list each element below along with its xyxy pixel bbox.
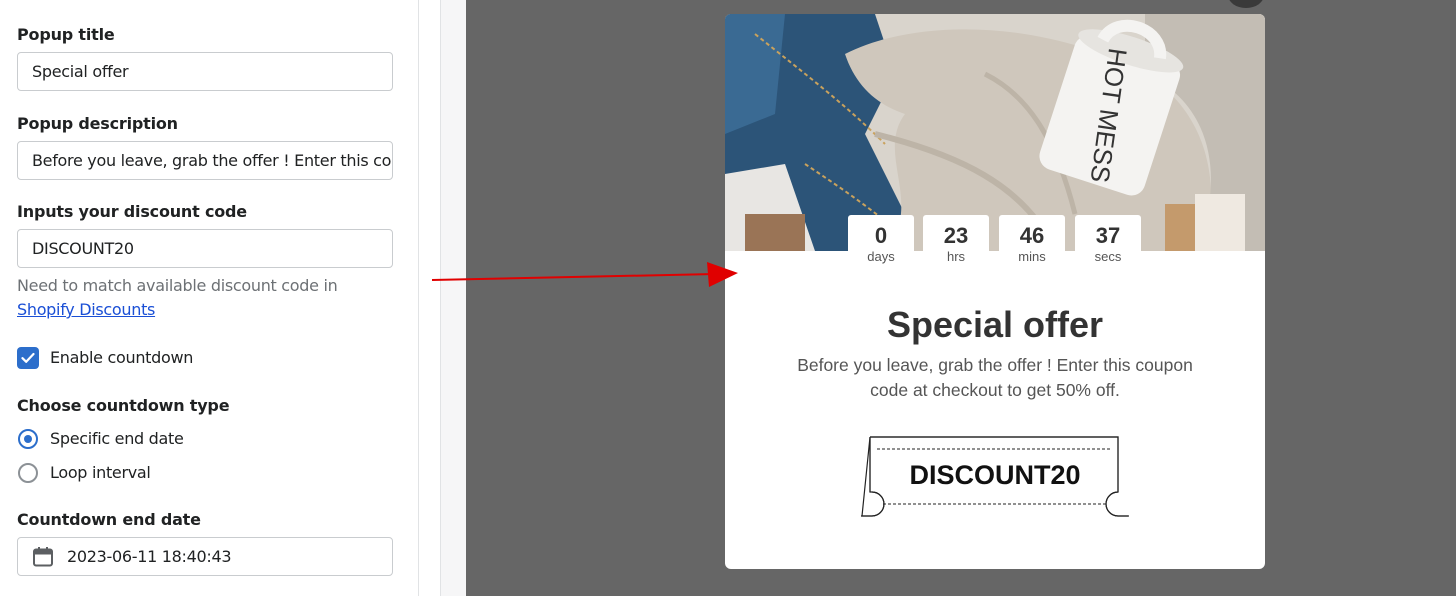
discount-code-label: Inputs your discount code	[17, 202, 247, 221]
countdown-minutes: 46 mins	[999, 215, 1065, 269]
hero-image: HOT MESS	[725, 14, 1265, 251]
countdown-end-date-input[interactable]: 2023-06-11 18:40:43	[17, 537, 393, 576]
radio-loop-interval[interactable]	[18, 463, 38, 483]
countdown-hours: 23 hrs	[923, 215, 989, 269]
help-text: Need to match available discount code in	[17, 276, 338, 295]
popup-title: Special offer	[886, 304, 1104, 345]
countdown-minutes-unit: mins	[1018, 249, 1046, 264]
popup-preview: HOT MESS 0 days 23 hrs 46 mins 37 secs S…	[725, 14, 1265, 569]
option-specific-end-date[interactable]: Specific end date	[50, 429, 184, 448]
countdown-seconds: 37 secs	[1075, 215, 1141, 269]
enable-countdown-label: Enable countdown	[50, 348, 194, 367]
countdown-days-value: 0	[874, 223, 888, 248]
countdown-days: 0 days	[848, 215, 914, 269]
popup-description: Before you leave, grab the offer ! Enter…	[797, 355, 1193, 400]
option-loop-interval[interactable]: Loop interval	[50, 463, 151, 482]
coupon-ticket[interactable]: DISCOUNT20	[861, 436, 1129, 520]
countdown-seconds-unit: secs	[1094, 249, 1122, 264]
countdown-type-label: Choose countdown type	[17, 396, 230, 415]
scroll-gutter	[440, 0, 467, 596]
countdown-minutes-value: 46	[1019, 223, 1045, 248]
countdown-seconds-value: 37	[1095, 223, 1121, 248]
popup-description-input[interactable]: Before you leave, grab the offer ! Enter…	[17, 141, 393, 180]
hero-illustration: HOT MESS	[725, 14, 1265, 251]
countdown-hours-value: 23	[943, 223, 969, 248]
annotation-arrow-icon	[431, 262, 738, 287]
calendar-icon	[33, 546, 53, 566]
shopify-discounts-link[interactable]: Shopify Discounts	[17, 300, 155, 319]
coupon-code[interactable]: DISCOUNT20	[861, 460, 1129, 491]
enable-countdown-checkbox[interactable]	[17, 347, 39, 369]
discount-help-text: Need to match available discount code in…	[17, 274, 397, 322]
popup-title-input[interactable]: Special offer	[17, 52, 393, 91]
settings-panel: Popup title Special offer Popup descript…	[0, 0, 419, 596]
countdown-hours-unit: hrs	[946, 249, 966, 264]
countdown-end-date-value: 2023-06-11 18:40:43	[67, 547, 232, 566]
radio-specific-end-date[interactable]	[18, 429, 38, 449]
countdown-days-unit: days	[867, 249, 895, 264]
discount-code-input[interactable]: DISCOUNT20	[17, 229, 393, 268]
countdown-end-date-label: Countdown end date	[17, 510, 201, 529]
popup-title-label: Popup title	[17, 25, 115, 44]
popup-description-label: Popup description	[17, 114, 178, 133]
check-icon	[21, 352, 35, 363]
